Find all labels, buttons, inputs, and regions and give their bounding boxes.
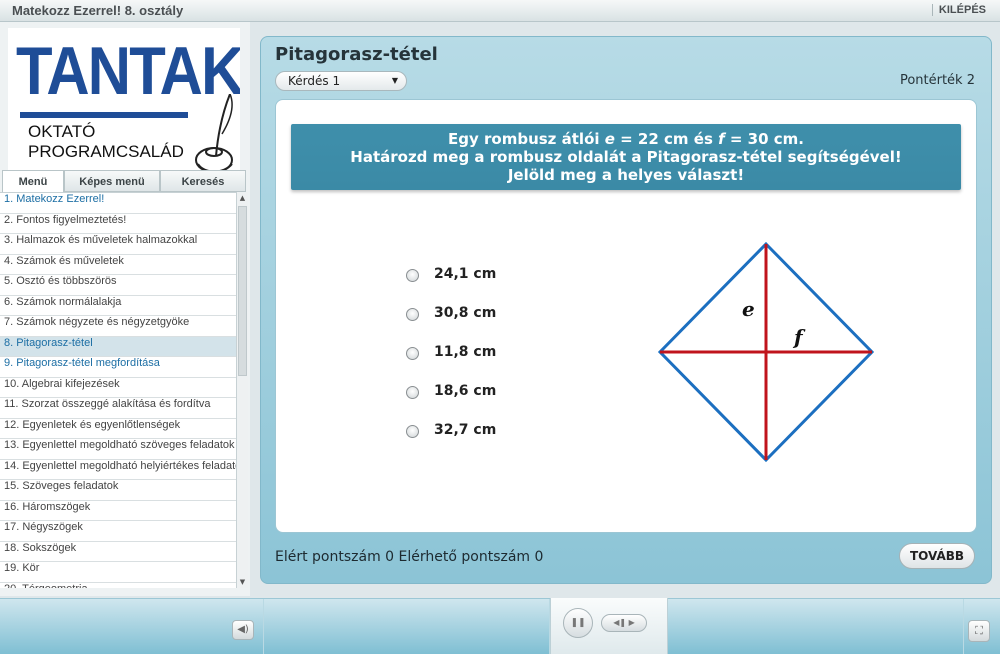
main-panel: Pitagorasz-tétel Kérdés 1 ▼ Pontérték 2 … (260, 36, 992, 584)
pause-icon[interactable]: ❚❚ (563, 608, 593, 638)
chevron-down-icon: ▼ (391, 76, 398, 85)
menu-item[interactable]: 7. Számok négyzete és négyzetgyöke (0, 316, 236, 337)
sound-icon[interactable]: ◀) (232, 620, 254, 640)
scroll-thumb[interactable] (238, 206, 247, 376)
menu-item[interactable]: 14. Egyenlettel megoldható helyiértékes … (0, 460, 236, 480)
answer-label: 18,6 cm (434, 383, 497, 399)
app-title: Matekozz Ezerrel! 8. osztály (12, 3, 184, 18)
answer-label: 30,8 cm (434, 305, 497, 321)
menu-item[interactable]: 1. Matekozz Ezerrel! (0, 193, 236, 214)
logo: TANTAKI OKTATÓ PROGRAMCSALÁD (8, 28, 240, 184)
menu-item[interactable]: 4. Számok és műveletek (0, 255, 236, 275)
menu-item[interactable]: 18. Sokszögek (0, 542, 236, 562)
var-e: e (604, 130, 615, 148)
menu-item[interactable]: 3. Halmazok és műveletek halmazokkal (0, 234, 236, 255)
player-segment (0, 599, 264, 654)
menu-item[interactable]: 11. Szorzat összeggé alakítása és fordít… (0, 398, 236, 419)
left-panel: TANTAKI OKTATÓ PROGRAMCSALÁD Menü Képes … (0, 22, 250, 596)
question-select-value: Kérdés 1 (288, 74, 341, 88)
playback-controls: ❚❚ ◀❚ ▶ (550, 598, 668, 654)
radio-button[interactable] (406, 347, 419, 360)
fullscreen-icon[interactable]: ⛶ (968, 620, 990, 642)
radio-button[interactable] (406, 269, 419, 282)
points-value: Pontérték 2 (899, 73, 975, 88)
tab-menu[interactable]: Menü (2, 170, 64, 192)
menu-tabs: Menü Képes menü Keresés (0, 170, 250, 192)
player-segment (264, 599, 550, 654)
menu-item[interactable]: 5. Osztó és többszörös (0, 275, 236, 296)
step-icon[interactable]: ◀❚ ▶ (601, 614, 647, 632)
answer-label: 11,8 cm (434, 344, 497, 360)
player-segment (668, 599, 964, 654)
menu-list: 1. Matekozz Ezerrel! 2. Fontos figyelmezt… (0, 192, 236, 588)
rhombus-diagram: e f (657, 241, 875, 463)
menu-item[interactable]: 10. Algebrai kifejezések (0, 378, 236, 398)
menu-item[interactable]: 20. Térgeometria (0, 583, 236, 589)
question-card: Egy rombusz átlói e = 22 cm és f = 30 cm… (275, 99, 977, 533)
answer-label: 24,1 cm (434, 266, 497, 282)
radio-button[interactable] (406, 425, 419, 438)
scroll-up-icon[interactable]: ▲ (237, 192, 248, 204)
menu-item[interactable]: 2. Fontos figyelmeztetés! (0, 214, 236, 234)
radio-button[interactable] (406, 386, 419, 399)
page-title: Pitagorasz-tétel (275, 44, 438, 65)
exit-button[interactable]: KILÉPÉS (931, 4, 986, 16)
tab-search[interactable]: Keresés (160, 170, 246, 192)
menu-item[interactable]: 15. Szöveges feladatok (0, 480, 236, 501)
menu-scrollbar[interactable]: ▲ ▼ (236, 192, 248, 588)
radio-button[interactable] (406, 308, 419, 321)
menu-item[interactable]: 13. Egyenlettel megoldható szöveges fela… (0, 439, 236, 460)
question-line-3: Jelöld meg a helyes választ! (507, 166, 745, 184)
menu-item[interactable]: 8. Pitagorasz-tétel (0, 336, 236, 357)
menu-item[interactable]: 6. Számok normálalakja (0, 296, 236, 316)
label-e: e (742, 297, 755, 321)
title-bar: Matekozz Ezerrel! 8. osztály KILÉPÉS (0, 0, 1000, 22)
player-bar (0, 598, 1000, 654)
scroll-down-icon[interactable]: ▼ (237, 576, 248, 588)
question-line-1: Egy rombusz átlói e = 22 cm és f = 30 cm… (291, 130, 961, 148)
label-f: f (792, 325, 806, 349)
question-box: Egy rombusz átlói e = 22 cm és f = 30 cm… (291, 124, 961, 190)
question-text: Egy rombusz átlói (448, 130, 605, 148)
question-text: = 22 cm és (614, 130, 719, 148)
menu-item[interactable]: 12. Egyenletek és egyenlőtlenségek (0, 419, 236, 439)
menu-item[interactable]: 19. Kör (0, 562, 236, 583)
question-line-2: Határozd meg a rombusz oldalát a Pitagor… (350, 148, 902, 166)
menu-item[interactable]: 16. Háromszögek (0, 501, 236, 521)
next-button[interactable]: TOVÁBB (899, 543, 975, 569)
menu-item[interactable]: 17. Négyszögek (0, 521, 236, 542)
logo-underline (20, 112, 188, 118)
answer-label: 32,7 cm (434, 422, 497, 438)
score-text: Elért pontszám 0 Elérhető pontszám 0 (275, 549, 544, 565)
question-text: = 30 cm. (724, 130, 804, 148)
inkpot-quill-icon (195, 94, 233, 173)
question-select[interactable]: Kérdés 1 ▼ (275, 71, 407, 91)
tab-picture-menu[interactable]: Képes menü (64, 170, 160, 192)
menu-item[interactable]: 9. Pitagorasz-tétel megfordítása (0, 357, 236, 378)
